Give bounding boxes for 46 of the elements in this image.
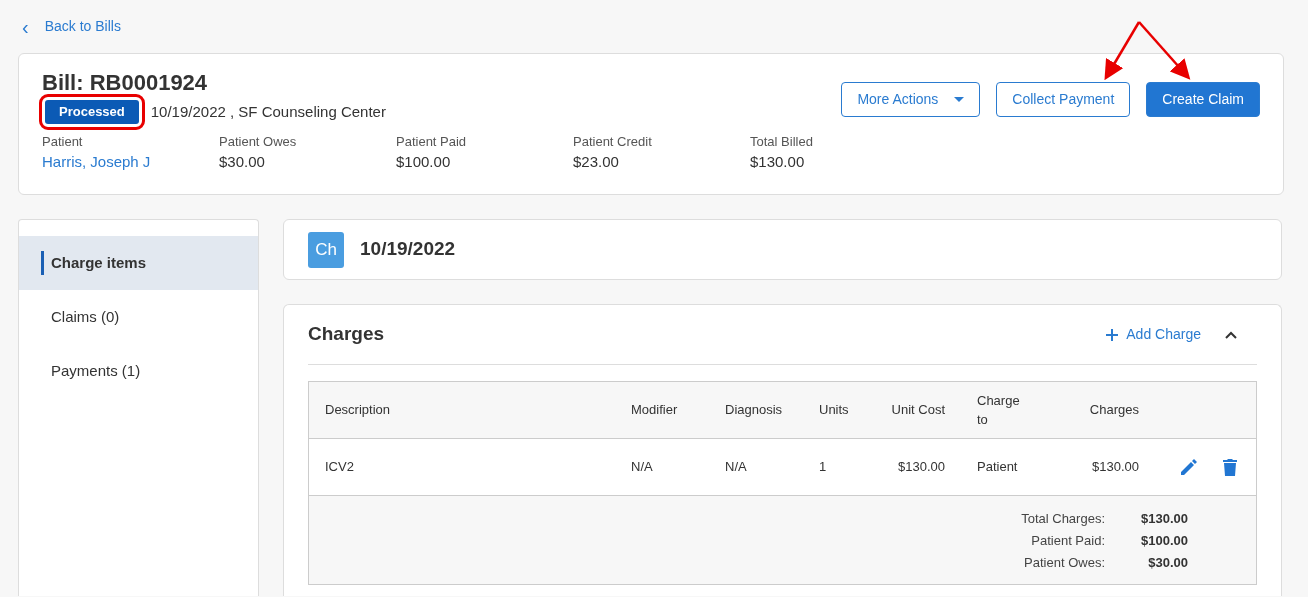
total-value: $130.00 xyxy=(1140,510,1188,528)
table-cell-text: $130.00 xyxy=(898,458,945,477)
encounter-date: 10/19/2022 xyxy=(360,237,456,262)
sidebar-item[interactable]: Payments (1) xyxy=(19,344,258,398)
table-cell-text: N/A xyxy=(631,458,653,477)
column-header: Charge to xyxy=(977,391,1021,429)
column-header: Charges xyxy=(1089,401,1139,420)
table-cell-text: N/A xyxy=(725,458,747,477)
bill-date-location: 10/19/2022 , SF Counseling Center xyxy=(150,101,386,122)
field-label: Total Billed xyxy=(750,132,813,151)
field-value: $23.00 xyxy=(573,152,620,173)
column-header: Units xyxy=(819,401,849,420)
column-header: Modifier xyxy=(631,401,678,420)
total-label: Total Charges: xyxy=(1021,510,1105,528)
field-label: Patient Owes xyxy=(219,132,298,151)
more-actions-dropdown[interactable]: More Actions xyxy=(841,82,981,117)
add-charge-link[interactable]: Add Charge xyxy=(1106,324,1201,345)
column-header: Unit Cost xyxy=(891,401,945,420)
plus-icon xyxy=(1106,328,1119,341)
collapse-icon[interactable] xyxy=(1225,330,1237,339)
patient-link[interactable]: Harris, Joseph J xyxy=(42,151,151,174)
field-value: $100.00 xyxy=(396,152,452,173)
field-label: Patient Credit xyxy=(573,132,653,151)
field-value: $30.00 xyxy=(219,152,266,173)
bill-title: Bill: RB0001924 xyxy=(42,70,209,97)
table-cell-text: ICV2 xyxy=(325,458,354,477)
table-cell-text: $130.00 xyxy=(1092,458,1139,477)
column-header: Diagnosis xyxy=(725,401,783,420)
table-cell-text: Patient xyxy=(977,458,1018,477)
total-value: $30.00 xyxy=(1147,554,1188,572)
field-label: Patient xyxy=(42,132,84,151)
section-title: Charges xyxy=(308,322,385,347)
sidebar-item[interactable]: Claims (0) xyxy=(19,290,258,344)
total-label: Patient Paid: xyxy=(1031,532,1105,550)
avatar: Ch xyxy=(308,231,344,268)
total-label: Patient Owes: xyxy=(1024,554,1105,572)
sidebar-item[interactable]: Charge items xyxy=(19,236,258,290)
delete-icon[interactable] xyxy=(1223,458,1237,476)
total-value: $100.00 xyxy=(1140,532,1188,550)
edit-icon[interactable] xyxy=(1179,457,1199,477)
column-header: Description xyxy=(325,401,391,420)
table-cell-text: 1 xyxy=(819,458,827,477)
field-label: Patient Paid xyxy=(396,132,468,151)
field-value: $130.00 xyxy=(750,152,806,173)
caret-icon xyxy=(954,97,965,102)
back-link[interactable]: ‹ Back to Bills xyxy=(22,16,121,37)
